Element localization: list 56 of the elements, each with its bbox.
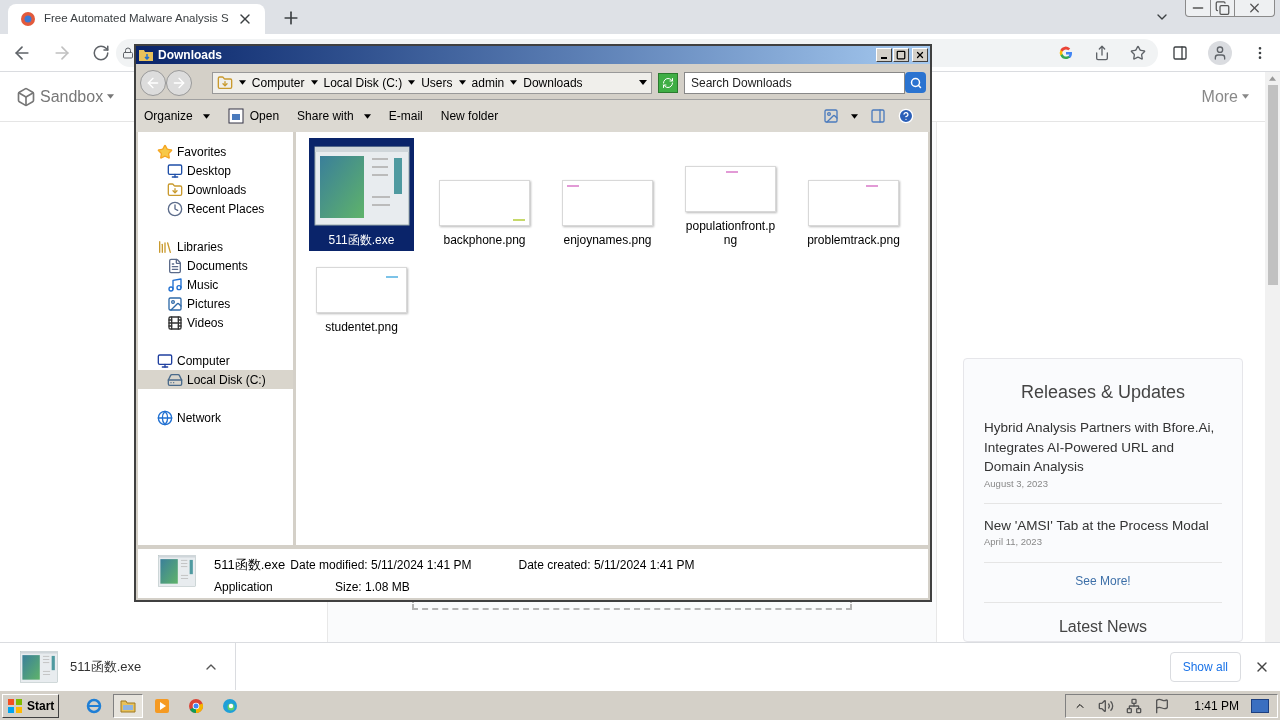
toolbar-button[interactable]: Open (227, 107, 280, 125)
nav-item[interactable]: Computer (138, 351, 293, 370)
nav-item[interactable]: Network (138, 408, 293, 427)
file-name: enjoynames.png (562, 233, 653, 247)
breadcrumb-item[interactable]: Users (421, 73, 453, 92)
file-name: 511函数.exe (327, 233, 396, 247)
start-button[interactable]: Start (2, 693, 60, 718)
file-name: studentet.png (324, 320, 399, 334)
clock[interactable]: 1:41 PM (1194, 696, 1239, 715)
more-menu[interactable]: More (1201, 84, 1249, 109)
nav-item[interactable]: Music (138, 275, 293, 294)
card-title: Releases & Updates (1019, 381, 1187, 404)
news-date: April 11, 2023 (984, 535, 1043, 550)
nav-item[interactable]: Local Disk (C:) (138, 370, 293, 389)
file-item[interactable]: enjoynames.png (555, 180, 660, 251)
sandbox-menu[interactable]: Sandbox (16, 84, 115, 109)
toolbar-button[interactable]: Share with (297, 107, 371, 125)
file-size: Size: 1.08 MB (335, 578, 410, 596)
news-title[interactable]: New 'AMSI' Tab at the Process Modal (984, 515, 1222, 536)
file-item[interactable]: populationfront.png (678, 166, 783, 251)
file-name: backphone.png (442, 233, 527, 247)
address-field[interactable]: Computer Local Disk (C:) Users admin Downloads (211, 71, 653, 94)
date-created: Date created: 5/11/2024 1:41 PM (518, 557, 695, 574)
file-item[interactable]: backphone.png (432, 180, 537, 251)
nav-item[interactable]: Desktop (138, 161, 293, 180)
nav-item[interactable]: Downloads (138, 180, 293, 199)
file-item[interactable]: studentet.png (309, 267, 414, 338)
nav-item[interactable]: Recent Places (138, 199, 293, 218)
toolbar-button[interactable]: E-mail (388, 107, 423, 125)
see-more-link[interactable]: See More! (984, 571, 1222, 603)
nav-item[interactable]: Videos (138, 313, 293, 332)
breadcrumb-item[interactable]: admin (471, 73, 505, 92)
news-date: August 3, 2023 (984, 476, 1049, 491)
breadcrumb-item[interactable]: Computer (251, 73, 305, 92)
browser-tab[interactable]: Free Automated Malware Analysis S (8, 4, 265, 34)
nav-item[interactable]: Libraries (138, 237, 293, 256)
nav-item[interactable]: Pictures (138, 294, 293, 313)
search-field[interactable]: Search Downloads (683, 71, 906, 94)
show-all-button[interactable]: Show all (1169, 652, 1241, 682)
news-title[interactable]: Hybrid Analysis Partners with Bfore.Ai, Integrates AI-Powered URL and Domain Analysis (984, 418, 1222, 477)
file-name: 511函数.exe (214, 556, 286, 574)
toolbar-button[interactable]: Organize (144, 107, 210, 125)
file-name: problemtrack.png (806, 233, 901, 247)
toolbar-button[interactable]: New folder (440, 107, 499, 125)
nav-item[interactable]: Favorites (138, 142, 293, 161)
file-type: Application (214, 578, 274, 596)
date-modified: Date modified: 5/11/2024 1:41 PM (290, 557, 472, 574)
file-name: populationfront.png (684, 219, 777, 247)
window-title: Downloads (158, 47, 222, 64)
breadcrumb-item[interactable]: Downloads (523, 73, 583, 92)
tab-title: Free Automated Malware Analysis S (44, 11, 229, 27)
section-title: Latest News (1057, 616, 1148, 637)
nav-item[interactable]: Documents (138, 256, 293, 275)
breadcrumb-item[interactable]: Local Disk (C:) (323, 73, 403, 92)
file-item[interactable]: problemtrack.png (801, 180, 906, 251)
file-item[interactable]: 511函数.exe (309, 138, 414, 251)
